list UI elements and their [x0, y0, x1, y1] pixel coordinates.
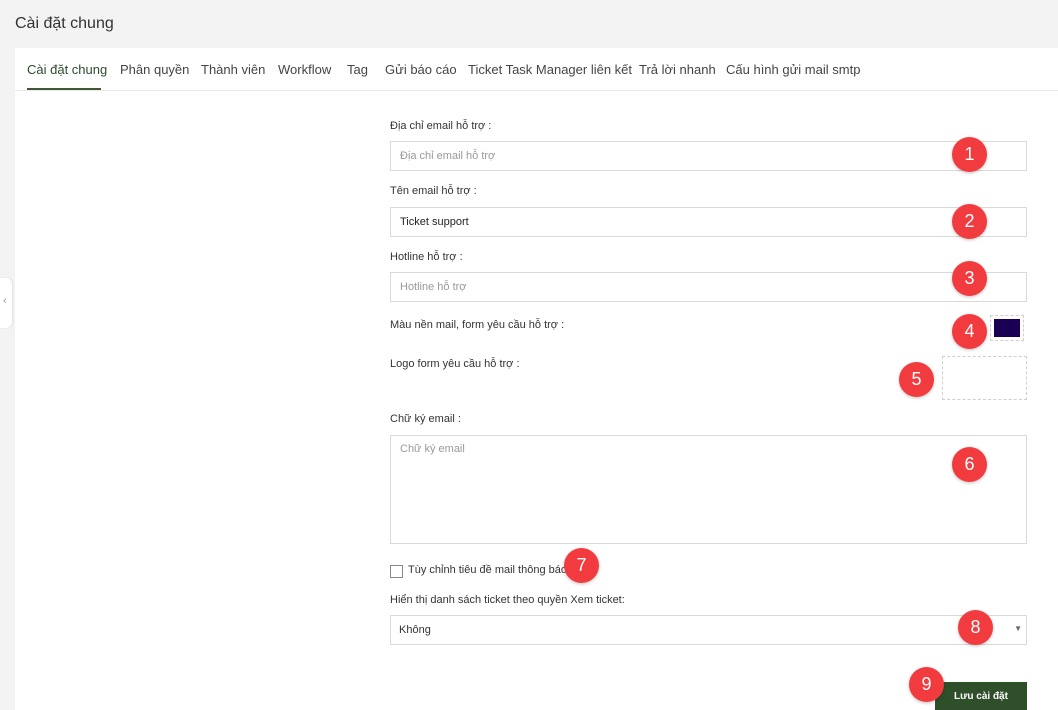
save-settings-button[interactable]: Lưu cài đặt: [935, 682, 1027, 710]
active-tab-indicator: [27, 88, 101, 90]
tab-members[interactable]: Thành viên: [201, 62, 265, 77]
support-email-name-label: Tên email hỗ trợ :: [390, 185, 477, 197]
support-email-input[interactable]: Địa chỉ email hỗ trợ: [390, 141, 1027, 171]
color-swatch-fill: [994, 319, 1020, 337]
annotation-badge-3: 3: [952, 261, 987, 296]
signature-label: Chữ ký email :: [390, 413, 461, 425]
ticket-list-view-value: Không: [399, 624, 431, 636]
support-email-name-input[interactable]: Ticket support: [390, 207, 1027, 237]
tab-task-manager-link[interactable]: Ticket Task Manager liên kết: [468, 62, 632, 77]
hotline-label: Hotline hỗ trợ :: [390, 251, 463, 263]
settings-tabs: Cài đặt chung Phân quyền Thành viên Work…: [15, 48, 1058, 91]
annotation-badge-5: 5: [899, 362, 934, 397]
annotation-badge-4: 4: [952, 314, 987, 349]
ticket-list-view-select[interactable]: Không ▼: [390, 615, 1027, 645]
annotation-badge-7: 7: [564, 548, 599, 583]
custom-subject-label: Tùy chỉnh tiêu đề mail thông báo: [408, 564, 567, 576]
support-email-placeholder: Địa chỉ email hỗ trợ: [400, 150, 496, 162]
tab-workflow[interactable]: Workflow: [278, 62, 331, 77]
tab-send-report[interactable]: Gửi báo cáo: [385, 62, 457, 77]
hotline-input[interactable]: Hotline hỗ trợ: [390, 272, 1027, 302]
logo-label: Logo form yêu cầu hỗ trợ :: [390, 358, 520, 370]
tab-permissions[interactable]: Phân quyền: [120, 62, 189, 77]
annotation-badge-2: 2: [952, 204, 987, 239]
hotline-placeholder: Hotline hỗ trợ: [400, 281, 467, 293]
chevron-left-icon: ‹: [3, 295, 7, 307]
signature-textarea[interactable]: Chữ ký email: [390, 435, 1027, 544]
sidebar-toggle[interactable]: ‹: [0, 278, 12, 328]
background-color-picker[interactable]: [990, 315, 1024, 341]
ticket-list-view-label: Hiển thị danh sách ticket theo quyền Xem…: [390, 594, 625, 606]
annotation-badge-9: 9: [909, 667, 944, 702]
logo-upload-area[interactable]: [942, 356, 1027, 400]
support-email-label: Địa chỉ email hỗ trợ :: [390, 120, 492, 132]
custom-subject-checkbox[interactable]: [390, 565, 403, 578]
chevron-down-icon: ▼: [1014, 624, 1022, 633]
background-color-label: Màu nền mail, form yêu cầu hỗ trợ :: [390, 319, 565, 331]
tab-quick-reply[interactable]: Trả lời nhanh: [639, 62, 716, 77]
annotation-badge-8: 8: [958, 610, 993, 645]
tab-tag[interactable]: Tag: [347, 62, 368, 77]
annotation-badge-6: 6: [952, 447, 987, 482]
support-email-name-value: Ticket support: [400, 216, 469, 228]
signature-placeholder: Chữ ký email: [400, 443, 465, 455]
annotation-badge-1: 1: [952, 137, 987, 172]
page-title: Cài đặt chung: [15, 15, 114, 32]
tab-general-settings[interactable]: Cài đặt chung: [27, 62, 107, 77]
page-header: Cài đặt chung: [0, 0, 1058, 48]
tab-smtp-config[interactable]: Cấu hình gửi mail smtp: [726, 62, 860, 77]
